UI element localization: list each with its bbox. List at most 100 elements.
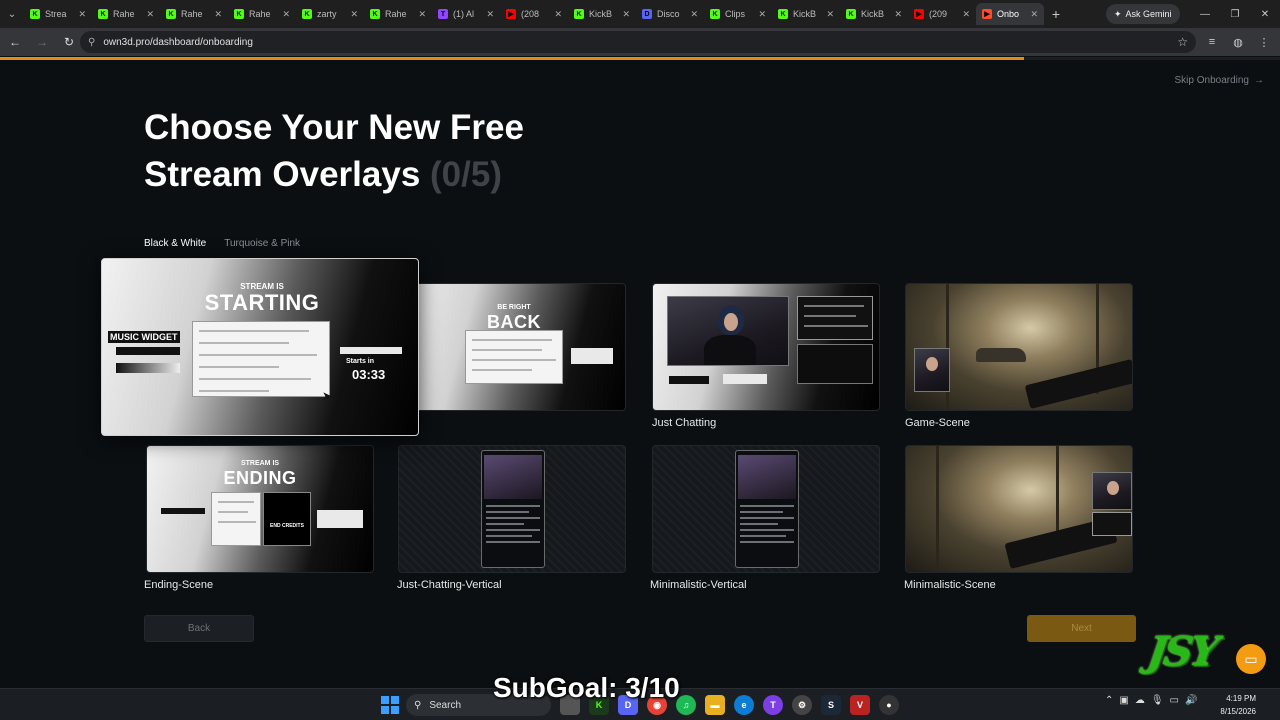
- tab-title: Onbo: [997, 9, 1020, 19]
- browser-tab[interactable]: ▶ (209 ✕: [908, 3, 976, 25]
- browser-tab[interactable]: K Clips ✕: [704, 3, 772, 25]
- overlay-card-label: Just Chatting: [652, 417, 717, 429]
- tab-close-icon[interactable]: ✕: [350, 9, 358, 20]
- onboarding-progress-bar: [0, 57, 1280, 60]
- tab-favicon-icon: ▶: [914, 9, 924, 19]
- browser-tab[interactable]: K Rahe ✕: [228, 3, 296, 25]
- tab-close-icon[interactable]: ✕: [214, 9, 222, 20]
- browser-toolbar: ← → ↻ ⚲ own3d.pro/dashboard/onboarding ☆…: [0, 28, 1280, 56]
- bookmark-star-icon[interactable]: ☆: [1177, 35, 1188, 49]
- overlay-card-label: Minimalistic-Scene: [904, 579, 996, 591]
- tab-close-icon[interactable]: ✕: [622, 9, 630, 20]
- reload-icon[interactable]: ↻: [57, 30, 81, 54]
- browser-tab[interactable]: ▶ (208 ✕: [500, 3, 568, 25]
- skip-onboarding-link[interactable]: Skip Onboarding →: [1175, 75, 1265, 86]
- tab-close-icon[interactable]: ✕: [826, 9, 834, 20]
- support-chat-icon[interactable]: ▭: [1236, 644, 1266, 674]
- tab-close-icon[interactable]: ✕: [962, 9, 970, 20]
- browser-tab[interactable]: K KickB ✕: [840, 3, 908, 25]
- tab-favicon-icon: K: [370, 9, 380, 19]
- tab-close-icon[interactable]: ✕: [554, 9, 562, 20]
- address-bar[interactable]: ⚲ own3d.pro/dashboard/onboarding ☆: [80, 31, 1196, 53]
- browser-menu-icon[interactable]: ⋮: [1252, 30, 1276, 54]
- chat-box-mock: [797, 296, 873, 340]
- steam-app-icon[interactable]: S: [821, 695, 841, 715]
- site-settings-icon[interactable]: ⚲: [88, 37, 95, 48]
- chevron-up-icon[interactable]: ⌃: [1105, 695, 1113, 706]
- tab-favicon-icon: ▶: [506, 9, 516, 19]
- tab-close-icon[interactable]: ✕: [418, 9, 426, 20]
- tray-app-icon[interactable]: ▣: [1119, 695, 1128, 706]
- tab-turquoise-pink[interactable]: Turquoise & Pink: [224, 238, 300, 249]
- overlay-heading: BE RIGHT BACK: [487, 304, 541, 332]
- next-button[interactable]: Next: [1027, 615, 1136, 642]
- chat-box-mock: [465, 330, 563, 384]
- tab-close-icon[interactable]: ✕: [282, 9, 290, 20]
- browser-tab[interactable]: D Disco ✕: [636, 3, 704, 25]
- tab-close-icon[interactable]: ✕: [1030, 9, 1038, 20]
- tab-favicon-icon: K: [30, 9, 40, 19]
- tab-close-icon[interactable]: ✕: [78, 9, 86, 20]
- ask-gemini-label: Ask Gemini: [1125, 9, 1172, 19]
- restore-icon[interactable]: ❐: [1220, 0, 1250, 28]
- voicemeeter-app-icon[interactable]: V: [850, 695, 870, 715]
- new-tab-button[interactable]: +: [1044, 6, 1068, 22]
- browser-tab[interactable]: K Strea ✕: [24, 3, 92, 25]
- tab-title: Rahe: [385, 9, 407, 19]
- twitch-app-icon[interactable]: T: [763, 695, 783, 715]
- tab-title: zarty: [317, 9, 337, 19]
- webcam-mock: [667, 296, 789, 366]
- arrow-right-icon: →: [1254, 75, 1264, 86]
- tab-search-icon[interactable]: ≡: [1200, 30, 1224, 54]
- forward-arrow-icon[interactable]: →: [30, 30, 54, 54]
- browser-tab[interactable]: K KickB ✕: [568, 3, 636, 25]
- tab-black-white[interactable]: Black & White: [144, 238, 206, 249]
- microphone-icon[interactable]: 🎙: [1151, 695, 1164, 706]
- obs-app-icon[interactable]: ●: [879, 695, 899, 715]
- tab-favicon-icon: ▶: [982, 9, 992, 19]
- windows-start-icon[interactable]: [381, 696, 399, 714]
- minimize-icon[interactable]: —: [1190, 0, 1220, 28]
- browser-tab[interactable]: ▶ Onbo ✕: [976, 3, 1044, 25]
- display-icon[interactable]: ▭: [1170, 695, 1179, 706]
- tab-title: Rahe: [249, 9, 271, 19]
- taskbar-search-label: Search: [429, 699, 462, 711]
- overlay-thumbnail: STREAM IS ENDING END CREDITS: [146, 445, 374, 573]
- overlay-thumbnail: [905, 445, 1133, 573]
- tab-close-icon[interactable]: ✕: [758, 9, 766, 20]
- overlay-thumbnail: STREAM IS STARTING MUSIC WIDGET Starts i…: [101, 258, 419, 436]
- starts-in-label: Starts in: [346, 358, 375, 365]
- browser-tab[interactable]: K Rahe ✕: [160, 3, 228, 25]
- folder-app-icon[interactable]: ▬: [705, 695, 725, 715]
- vertical-phone-mock: [735, 450, 799, 568]
- tab-close-icon[interactable]: ✕: [894, 9, 902, 20]
- window-controls: — ❐ ✕: [1190, 0, 1280, 28]
- gemini-sparkle-icon: ✦: [1114, 8, 1122, 19]
- browser-tab[interactable]: K Rahe ✕: [92, 3, 160, 25]
- tab-title: KickB: [589, 9, 613, 19]
- settings-gear-icon[interactable]: ⚙: [792, 695, 812, 715]
- browser-tab[interactable]: Kzarty ✕: [296, 3, 364, 25]
- onboarding-progress-fill: [0, 57, 1024, 60]
- taskbar-clock[interactable]: 4:19 PM 8/15/2026: [1220, 692, 1256, 718]
- speaker-icon[interactable]: 🔊: [1185, 695, 1197, 706]
- browser-tab[interactable]: K Rahe ✕: [364, 3, 432, 25]
- close-window-icon[interactable]: ✕: [1250, 0, 1280, 28]
- tab-close-icon[interactable]: ✕: [486, 9, 494, 20]
- profile-avatar-icon[interactable]: ◍: [1226, 30, 1250, 54]
- overlay-thumbnail: [398, 445, 626, 573]
- toolbar-actions: ≡ ◍ ⋮: [1200, 30, 1276, 54]
- cloud-icon[interactable]: ☁: [1135, 695, 1145, 706]
- tab-title: (1) Al: [453, 9, 475, 19]
- edge-app-icon[interactable]: e: [734, 695, 754, 715]
- back-arrow-icon[interactable]: ←: [3, 30, 27, 54]
- browser-tab[interactable]: K KickB ✕: [772, 3, 840, 25]
- back-button[interactable]: Back: [144, 615, 254, 642]
- tab-search-chevron-icon[interactable]: ⌄: [0, 0, 24, 28]
- overlay-card-label: Minimalistic-Vertical: [650, 579, 747, 591]
- overlay-thumbnail: [652, 445, 880, 573]
- tab-close-icon[interactable]: ✕: [690, 9, 698, 20]
- ask-gemini-button[interactable]: ✦ Ask Gemini: [1106, 4, 1180, 24]
- tab-close-icon[interactable]: ✕: [146, 9, 154, 20]
- browser-tab[interactable]: T (1) Al ✕: [432, 3, 500, 25]
